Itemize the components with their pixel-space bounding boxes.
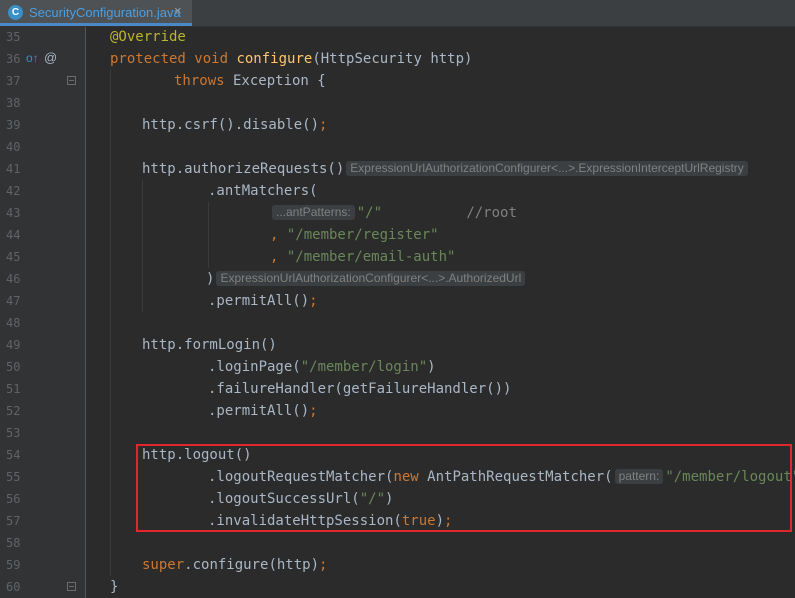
code-line-49: http.formLogin(): [142, 337, 277, 353]
line-number: 49: [6, 338, 21, 352]
line-number: 50: [6, 360, 21, 374]
line-number: 44: [6, 228, 21, 242]
line-number: 39: [6, 118, 21, 132]
logout-highlight-box: [136, 444, 792, 532]
code-line-60: }: [110, 579, 119, 595]
type-hint: ExpressionUrlAuthorizationConfigurer<...…: [346, 161, 748, 176]
code-line-46: ) ExpressionUrlAuthorizationConfigurer<..…: [206, 268, 527, 290]
line-number: 52: [6, 404, 21, 418]
line-number: 37: [6, 74, 21, 88]
close-tab-icon[interactable]: ×: [174, 3, 182, 18]
line-number: 59: [6, 558, 21, 572]
code-line-45: , "/member/email-auth": [270, 249, 456, 265]
parameter-hint: ...antPatterns:: [272, 205, 355, 220]
type-hint: ExpressionUrlAuthorizationConfigurer<...…: [216, 271, 526, 286]
line-number: 38: [6, 96, 21, 110]
code-line-36: protected void configure(HttpSecurity ht…: [110, 51, 473, 67]
code-line-39: http.csrf().disable();: [142, 117, 328, 133]
line-number: 60: [6, 580, 21, 594]
code-line-44: , "/member/register": [270, 227, 439, 243]
indent-guide: [208, 202, 209, 268]
line-number: 41: [6, 162, 21, 176]
code-line-37: throws Exception {: [174, 73, 326, 89]
line-number: 51: [6, 382, 21, 396]
indent-guide: [142, 180, 143, 312]
code-line-43: ...antPatterns: "/" //root: [270, 202, 517, 224]
code-line-41: http.authorizeRequests() ExpressionUrlAut…: [142, 158, 750, 180]
line-number: 42: [6, 184, 21, 198]
line-number: 55: [6, 470, 21, 484]
tab-security-configuration[interactable]: C SecurityConfiguration.java ×: [0, 0, 192, 26]
line-number: 58: [6, 536, 21, 550]
code-line-47: .permitAll();: [208, 293, 318, 309]
gutter-divider: [85, 27, 86, 598]
tab-file-name: SecurityConfiguration.java: [29, 5, 181, 20]
annotation-icon: @: [44, 50, 58, 65]
editor-tab-bar: C SecurityConfiguration.java ×: [0, 0, 795, 27]
code-line-50: .loginPage("/member/login"): [208, 359, 436, 375]
fold-marker-icon[interactable]: [67, 76, 76, 85]
code-line-51: .failureHandler(getFailureHandler()): [208, 381, 512, 397]
indent-guide: [110, 70, 111, 576]
fold-marker-icon[interactable]: [67, 582, 76, 591]
line-number: 56: [6, 492, 21, 506]
line-number: 48: [6, 316, 21, 330]
line-number: 35: [6, 30, 21, 44]
line-number: 54: [6, 448, 21, 462]
line-number: 40: [6, 140, 21, 154]
line-number: 45: [6, 250, 21, 264]
line-number: 46: [6, 272, 21, 286]
code-line-52: .permitAll();: [208, 403, 318, 419]
line-number: 53: [6, 426, 21, 440]
code-line-59: super.configure(http);: [142, 557, 328, 573]
line-number: 47: [6, 294, 21, 308]
line-number: 36: [6, 52, 21, 66]
line-number: 43: [6, 206, 21, 220]
code-line-42: .antMatchers(: [208, 183, 318, 199]
line-number: 57: [6, 514, 21, 528]
override-method-icon[interactable]: o↑: [26, 51, 39, 65]
code-line-35: @Override: [110, 29, 186, 45]
java-class-icon: C: [8, 5, 23, 20]
